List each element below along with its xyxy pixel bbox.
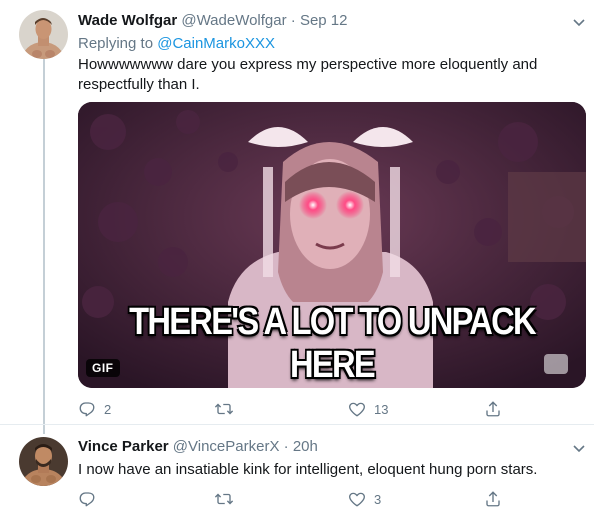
like-button[interactable]: 3 [348, 489, 381, 509]
meta-separator: · [290, 12, 296, 29]
like-button[interactable]: 13 [348, 399, 388, 419]
tweet-timestamp[interactable]: 20h [293, 438, 318, 455]
tweet-vince-parker[interactable]: Vince Parker @VinceParkerX · 20h I now h… [0, 425, 594, 521]
gif-caption: THERE'S A LOT TO UNPACK HERE [129, 301, 536, 386]
reply-count: 2 [104, 401, 112, 417]
author-name[interactable]: Vince Parker [78, 438, 169, 455]
chevron-down-icon[interactable] [572, 15, 586, 27]
gif-media[interactable]: THERE'S A LOT TO UNPACK HERE GIF [78, 102, 586, 388]
reply-icon [78, 490, 96, 508]
avatar[interactable] [19, 437, 68, 486]
retweet-icon [214, 400, 234, 418]
tweet-text: Howwwwwww dare you express my perspectiv… [78, 56, 538, 93]
share-icon [484, 400, 502, 418]
replying-to-label: Replying to [78, 35, 154, 52]
reply-button[interactable]: 2 [78, 399, 111, 419]
author-handle[interactable]: @WadeWolfgar [181, 12, 286, 29]
tweet-header: Wade Wolfgar @WadeWolfgar · Sep 12 [78, 12, 348, 29]
tweet-actions: 2 13 [78, 399, 508, 419]
avatar[interactable] [19, 10, 68, 59]
meta-separator: · [283, 438, 289, 455]
heart-icon [348, 490, 366, 508]
tweet-actions: 3 [78, 489, 508, 509]
share-button[interactable] [484, 489, 502, 509]
replying-to: Replying to @CainMarkoXXX [78, 35, 275, 52]
author-handle[interactable]: @VinceParkerX [173, 438, 280, 455]
like-count: 13 [374, 401, 389, 417]
like-count: 3 [374, 491, 382, 507]
retweet-button[interactable] [214, 399, 234, 419]
heart-icon [348, 400, 366, 418]
tweet-timestamp[interactable]: Sep 12 [300, 12, 348, 29]
tweet-wade-wolfgar[interactable]: Wade Wolfgar @WadeWolfgar · Sep 12 Reply… [0, 0, 594, 424]
author-name[interactable]: Wade Wolfgar [78, 12, 177, 29]
reply-button[interactable] [78, 489, 96, 509]
tweet-text: I now have an insatiable kink for intell… [78, 461, 538, 478]
retweet-icon [214, 490, 234, 508]
replying-to-mention[interactable]: @CainMarkoXXX [157, 35, 275, 52]
share-button[interactable] [484, 399, 502, 419]
gif-badge: GIF [86, 359, 120, 377]
reply-icon [78, 400, 96, 418]
share-icon [484, 490, 502, 508]
tweet-header: Vince Parker @VinceParkerX · 20h [78, 438, 318, 455]
chevron-down-icon[interactable] [572, 441, 586, 453]
retweet-button[interactable] [214, 489, 234, 509]
